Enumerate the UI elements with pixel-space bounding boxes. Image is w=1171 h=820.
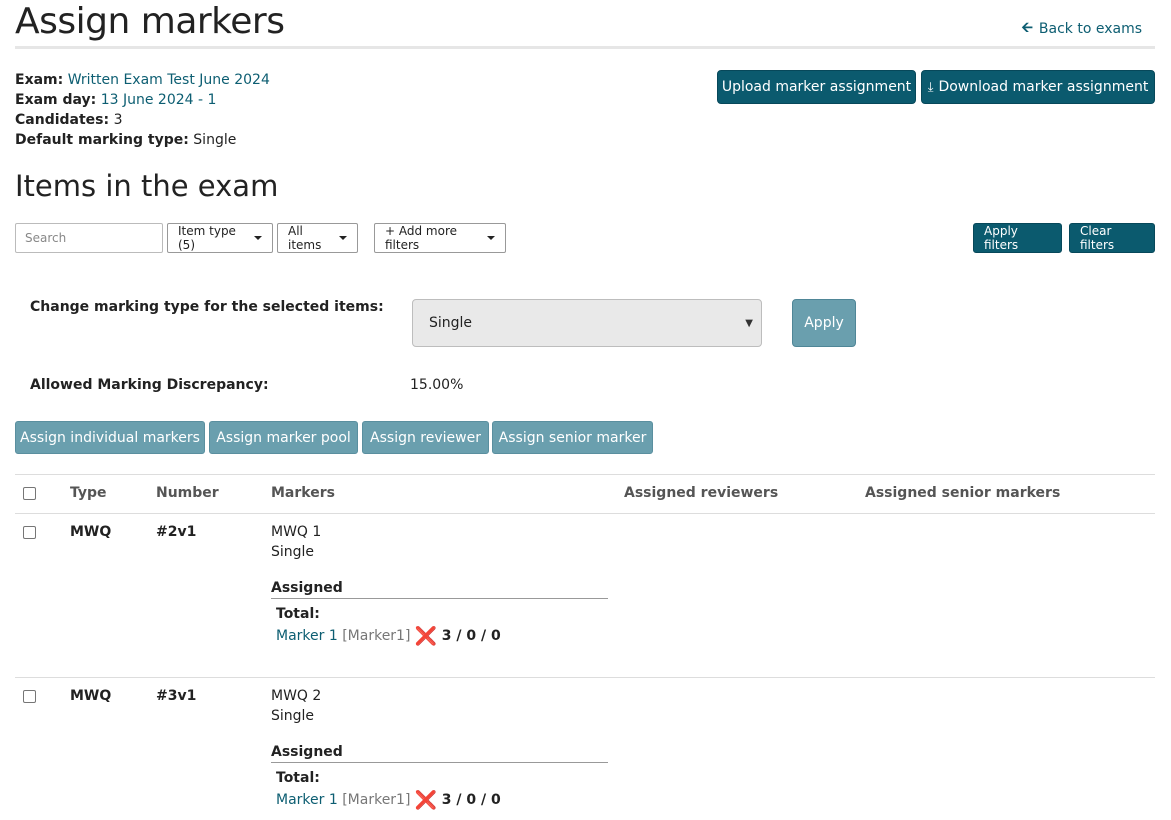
exam-meta: Exam: Written Exam Test June 2024 Exam d…: [15, 70, 270, 150]
clear-filters-button[interactable]: Clear filters: [1069, 223, 1155, 253]
row-type: MWQ: [70, 524, 112, 540]
marker-tag: [Marker1]: [342, 792, 411, 808]
download-label: Download marker assignment: [938, 79, 1149, 95]
download-marker-assignment-button[interactable]: ⤓ Download marker assignment: [921, 70, 1155, 104]
marker-link[interactable]: Marker 1: [276, 792, 338, 808]
upload-marker-assignment-button[interactable]: Upload marker assignment: [717, 70, 916, 104]
change-marking-type-label: Change marking type for the selected ite…: [30, 299, 384, 315]
assigned-divider: [271, 762, 608, 763]
add-more-filters-label: + Add more filters: [385, 224, 457, 252]
arrow-left-icon: 🡨: [1021, 20, 1033, 36]
assign-reviewer-button[interactable]: Assign reviewer: [362, 421, 489, 454]
assigned-divider: [271, 598, 608, 599]
marking-type-select[interactable]: Single ▼: [412, 299, 762, 347]
cross-icon: ❌: [414, 790, 438, 811]
chevron-down-icon: ▼: [745, 317, 753, 329]
item-type-dropdown[interactable]: Item type (5): [167, 223, 273, 253]
exam-link[interactable]: Written Exam Test June 2024: [68, 72, 270, 88]
default-marking-key: Default marking type:: [15, 132, 189, 148]
all-items-label: All items: [288, 224, 322, 252]
all-items-dropdown[interactable]: All items: [277, 223, 358, 253]
caret-down-icon: [254, 236, 262, 240]
assign-marker-pool-button[interactable]: Assign marker pool: [209, 421, 358, 454]
row-number: #2v1: [156, 524, 197, 540]
row-total-label: Total:: [276, 606, 320, 622]
row-type: MWQ: [70, 688, 112, 704]
row-checkbox[interactable]: [23, 690, 36, 703]
back-to-exams-label: Back to exams: [1038, 21, 1142, 37]
row-marker-entry: Marker 1 [Marker1] ❌ 3 / 0 / 0: [276, 626, 501, 647]
row-item-link[interactable]: MWQ 1: [271, 524, 321, 540]
back-to-exams-link[interactable]: 🡨 Back to exams: [1022, 17, 1142, 41]
section-title: Items in the exam: [15, 169, 279, 203]
row-number: #3v1: [156, 688, 197, 704]
column-header-type: Type: [70, 485, 107, 501]
column-header-assigned-reviewers: Assigned reviewers: [624, 485, 779, 501]
column-header-assigned-senior-markers: Assigned senior markers: [865, 485, 1061, 501]
table-top-rule: [15, 474, 1155, 475]
select-all-checkbox[interactable]: [23, 487, 36, 500]
row-total-label: Total:: [276, 770, 320, 786]
exam-day-link[interactable]: 13 June 2024 - 1: [101, 92, 217, 108]
candidates-key: Candidates:: [15, 112, 110, 128]
allowed-discrepancy-label: Allowed Marking Discrepancy:: [30, 377, 269, 393]
assign-senior-marker-button[interactable]: Assign senior marker: [492, 421, 653, 454]
download-icon: ⤓: [927, 79, 934, 95]
marker-link[interactable]: Marker 1: [276, 628, 338, 644]
marker-counts: 3 / 0 / 0: [441, 628, 501, 644]
caret-down-icon: [487, 236, 495, 240]
search-input[interactable]: [15, 223, 163, 253]
row-assigned-heading: Assigned: [271, 580, 343, 596]
row-marking-type: Single: [271, 708, 315, 724]
row-marking-type: Single: [271, 544, 315, 560]
marker-counts: 3 / 0 / 0: [441, 792, 501, 808]
candidates-value: 3: [113, 112, 123, 128]
exam-key: Exam:: [15, 72, 64, 88]
marker-tag: [Marker1]: [342, 628, 411, 644]
add-more-filters-dropdown[interactable]: + Add more filters: [374, 223, 506, 253]
row-checkbox[interactable]: [23, 526, 36, 539]
marking-type-select-value: Single: [429, 315, 473, 331]
page-title: Assign markers: [15, 1, 285, 42]
caret-down-icon: [339, 236, 347, 240]
row-assigned-heading: Assigned: [271, 744, 343, 760]
item-type-label: Item type (5): [178, 224, 236, 252]
row-marker-entry: Marker 1 [Marker1] ❌ 3 / 0 / 0: [276, 790, 501, 811]
column-header-markers: Markers: [271, 485, 335, 501]
title-divider: [15, 46, 1155, 49]
cross-icon: ❌: [414, 626, 438, 647]
exam-day-key: Exam day:: [15, 92, 97, 108]
default-marking-value: Single: [193, 132, 237, 148]
table-header-rule: [15, 513, 1155, 514]
row-item-link[interactable]: MWQ 2: [271, 688, 321, 704]
assign-individual-markers-button[interactable]: Assign individual markers: [15, 421, 205, 454]
allowed-discrepancy-value: 15.00%: [410, 377, 464, 393]
apply-marking-type-button[interactable]: Apply: [792, 299, 856, 347]
apply-filters-button[interactable]: Apply filters: [973, 223, 1062, 253]
column-header-number: Number: [156, 485, 219, 501]
row-divider: [15, 677, 1155, 678]
filter-bar: Item type (5) All items + Add more filte…: [15, 223, 1155, 253]
